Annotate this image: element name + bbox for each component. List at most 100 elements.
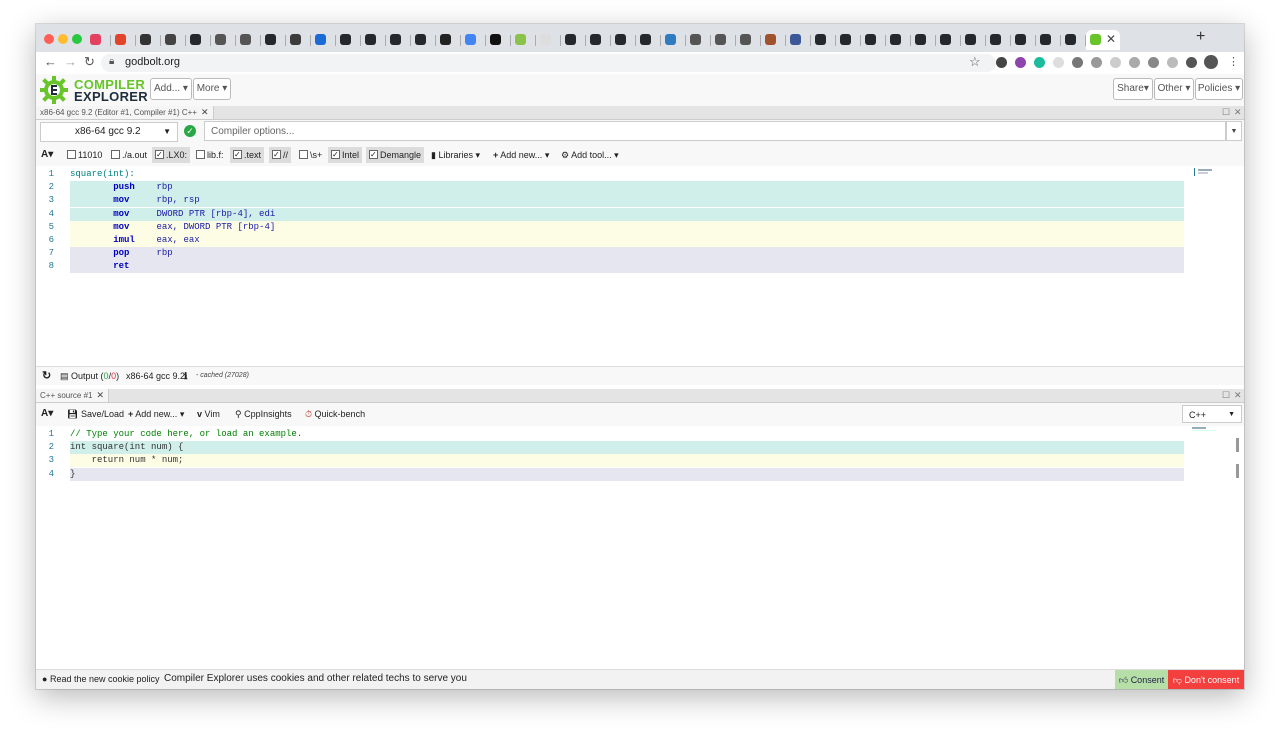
cookie-policy-link[interactable]: ● Read the new cookie policy: [42, 674, 160, 684]
share-menu-button[interactable]: Share▾: [1113, 78, 1153, 100]
add-menu-button[interactable]: Add... ▾: [150, 78, 192, 100]
filter-labels-toggle[interactable]: .LX0:: [152, 147, 191, 163]
browser-menu-icon[interactable]: ⋮: [1228, 55, 1239, 68]
add-new-pane-button[interactable]: + Add new... ▾: [490, 147, 552, 163]
source-pane-tab[interactable]: C++ source #1 ✕: [36, 389, 110, 402]
extension-icon[interactable]: [1053, 57, 1064, 68]
add-new-pane-button[interactable]: + Add new... ▾: [125, 406, 187, 422]
vim-toggle-button[interactable]: v Vim: [194, 406, 223, 422]
close-icon[interactable]: ✕: [201, 107, 209, 117]
source-line[interactable]: 2 int square(int num) {: [36, 441, 1186, 455]
asm-line[interactable]: 1 square(int):: [36, 168, 1186, 181]
browser-tab[interactable]: [786, 30, 811, 50]
asm-line[interactable]: 4 mov DWORD PTR [rbp-4], edi: [36, 207, 1186, 221]
new-tab-button[interactable]: +: [1196, 28, 1205, 46]
browser-tab[interactable]: [236, 30, 261, 50]
close-pane-icon[interactable]: ✕: [1234, 389, 1242, 402]
browser-tab[interactable]: [336, 30, 361, 50]
reload-icon[interactable]: ↻: [84, 54, 95, 70]
browser-tab[interactable]: [461, 30, 486, 50]
maximize-icon[interactable]: ☐: [1222, 106, 1230, 119]
filter-comments-toggle[interactable]: //: [269, 147, 292, 163]
extension-icon[interactable]: [1072, 57, 1083, 68]
source-minimap[interactable]: [1192, 426, 1242, 438]
cppinsights-button[interactable]: ⚲ CppInsights: [232, 406, 295, 422]
maximize-icon[interactable]: ☐: [1222, 389, 1230, 402]
extension-icon[interactable]: [996, 57, 1007, 68]
compiler-options-input[interactable]: Compiler options...: [204, 121, 1226, 141]
forward-icon[interactable]: →: [64, 54, 77, 69]
info-icon[interactable]: ℹ: [184, 367, 187, 385]
profile-avatar[interactable]: [1204, 55, 1218, 69]
options-dropdown-icon[interactable]: ▼: [1226, 121, 1242, 141]
policies-menu-button[interactable]: Policies ▾: [1195, 78, 1243, 100]
extension-icon[interactable]: [1015, 57, 1026, 68]
more-menu-button[interactable]: More ▾: [193, 78, 231, 100]
other-menu-button[interactable]: Other ▾: [1154, 78, 1194, 100]
filter-execute-toggle[interactable]: ./a.out: [108, 147, 150, 163]
asm-line[interactable]: 3 mov rbp, rsp: [36, 194, 1186, 208]
filter-demangle-toggle[interactable]: Demangle: [366, 147, 425, 163]
browser-tab[interactable]: [311, 30, 336, 50]
close-icon[interactable]: ✕: [96, 390, 104, 400]
compiler-pane-tab[interactable]: x86-64 gcc 9.2 (Editor #1, Compiler #1) …: [36, 106, 214, 119]
browser-tab[interactable]: [861, 30, 886, 50]
browser-tab[interactable]: [661, 30, 686, 50]
filter-intel-toggle[interactable]: Intel: [328, 147, 363, 163]
browser-tab[interactable]: [561, 30, 586, 50]
browser-tab[interactable]: [361, 30, 386, 50]
source-line[interactable]: 3 return num * num;: [36, 454, 1186, 468]
source-line[interactable]: 4}: [36, 467, 1186, 481]
browser-tab[interactable]: [536, 30, 561, 50]
extension-icon[interactable]: [1110, 57, 1121, 68]
asm-line[interactable]: 2 push rbp: [36, 181, 1186, 195]
scrollbar-marker[interactable]: [1236, 438, 1239, 452]
browser-tab[interactable]: [286, 30, 311, 50]
browser-tab[interactable]: [136, 30, 161, 50]
assembly-minimap[interactable]: [1192, 166, 1242, 186]
asm-line[interactable]: 5 mov eax, DWORD PTR [rbp-4]: [36, 220, 1186, 234]
filter-binary-toggle[interactable]: 11010: [64, 147, 105, 163]
close-window-button[interactable]: [44, 34, 54, 44]
save-load-button[interactable]: 💾︎ Save/Load: [64, 406, 127, 422]
browser-tab[interactable]: [211, 30, 236, 50]
browser-tab[interactable]: [886, 30, 911, 50]
source-code-editor[interactable]: 1 // Type your code here, or load an exam…: [36, 426, 1244, 669]
back-icon[interactable]: ←: [44, 54, 57, 69]
browser-tab[interactable]: [386, 30, 411, 50]
extension-icon[interactable]: [1186, 57, 1197, 68]
minimize-window-button[interactable]: [58, 34, 68, 44]
asm-line[interactable]: 6 imul eax, eax: [36, 234, 1186, 247]
browser-tab[interactable]: [986, 30, 1011, 50]
browser-tab[interactable]: [836, 30, 861, 50]
close-tab-icon[interactable]: ✕: [1106, 32, 1116, 46]
add-tool-button[interactable]: ⚙ Add tool... ▾: [558, 147, 622, 163]
filter-whitespace-toggle[interactable]: \s+: [296, 147, 325, 163]
recompile-icon[interactable]: ↻: [42, 367, 51, 385]
filter-libfuncs-toggle[interactable]: lib.f:: [193, 147, 227, 163]
browser-tab[interactable]: [411, 30, 436, 50]
browser-tab[interactable]: [1061, 30, 1086, 50]
language-select[interactable]: C++ ▼: [1182, 405, 1242, 423]
close-pane-icon[interactable]: ✕: [1234, 106, 1242, 119]
source-line[interactable]: 1 // Type your code here, or load an exam…: [36, 428, 1186, 441]
output-button[interactable]: ▤ Output (0/0): [60, 367, 119, 385]
filter-directives-toggle[interactable]: .text: [230, 147, 265, 163]
browser-tab[interactable]: [111, 30, 136, 50]
quickbench-button[interactable]: ⏱︎ Quick-bench: [302, 406, 368, 422]
browser-tab[interactable]: [736, 30, 761, 50]
browser-tab[interactable]: [511, 30, 536, 50]
extension-icon[interactable]: [1148, 57, 1159, 68]
browser-tab[interactable]: [436, 30, 461, 50]
browser-tab[interactable]: [686, 30, 711, 50]
browser-tab[interactable]: [161, 30, 186, 50]
consent-button[interactable]: 👍︎ Consent: [1115, 670, 1168, 689]
scrollbar-marker[interactable]: [1236, 464, 1239, 478]
browser-tab[interactable]: [761, 30, 786, 50]
extension-icon[interactable]: [1167, 57, 1178, 68]
font-size-button[interactable]: A▾: [38, 147, 56, 163]
font-size-button[interactable]: A▾: [38, 406, 56, 422]
browser-tab[interactable]: [936, 30, 961, 50]
browser-tab[interactable]: [486, 30, 511, 50]
browser-tab[interactable]: [711, 30, 736, 50]
